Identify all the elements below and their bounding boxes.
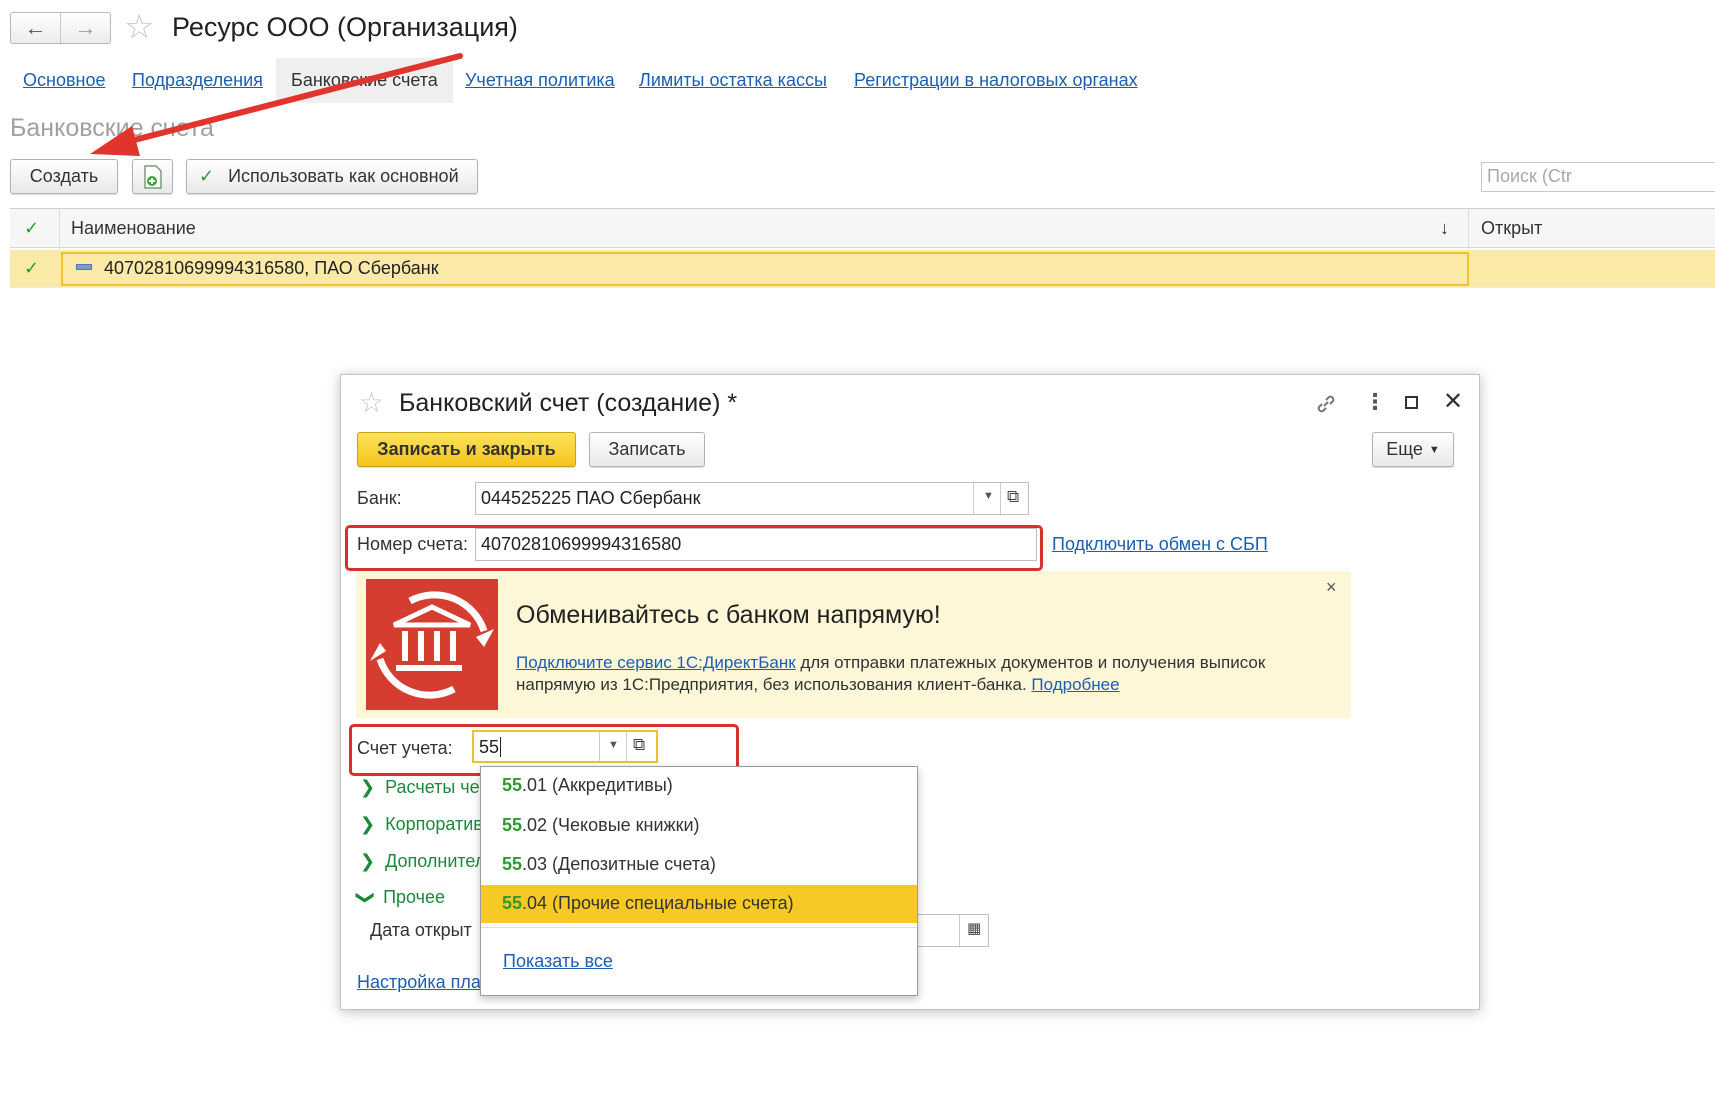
open-date-label: Дата открыт [370,920,472,940]
save-close-button[interactable]: Записать и закрыть [357,432,576,467]
chevron-right-icon: ❯ [360,851,376,871]
field-divider [973,483,974,514]
tab-cash-limits[interactable]: Лимиты остатка кассы [639,70,827,91]
field-divider [1000,483,1001,514]
calendar-icon[interactable]: ▦ [967,919,981,937]
account-number-label: Номер счета: [357,534,469,554]
group-corporate-label: Корпоратив [385,814,483,834]
field-divider [959,915,960,946]
dropdown-arrow-icon[interactable]: ▼ [608,739,619,751]
directbank-banner: Обменивайтесь с банком напрямую! Подключ… [356,571,1351,718]
accounting-account-input[interactable]: 55 ▼ ⧉ [472,730,658,763]
chevron-down-icon: ▼ [1428,443,1440,456]
check-icon: ✓ [24,258,40,278]
connect-sbp-link[interactable]: Подключить обмен с СБП [1052,534,1268,555]
group-payments-label: Расчеты че [385,777,480,797]
banner-text-2: напрямую из 1С:Предприятия, без использо… [516,675,1032,694]
group-payments[interactable]: ❯ Расчеты че [360,777,480,798]
table-row[interactable]: ✓ 40702810699994316580, ПАО Сбербанк [10,250,1715,288]
row-name: 40702810699994316580, ПАО Сбербанк [104,258,439,278]
more-info-link[interactable]: Подробнее [1031,675,1119,694]
chevron-right-icon: ❯ [360,814,376,834]
account-suggestions-dropdown: 55.01 (Аккредитивы) 55.02 (Чековые книжк… [480,766,918,996]
annotation-arrow [90,53,463,156]
field-divider [599,732,600,761]
check-column-icon: ✓ [24,218,40,238]
group-other[interactable]: ❯ Прочее [356,887,446,908]
bank-value: 044525225 ПАО Сбербанк [481,488,701,508]
banner-text-1: для отправки платежных документов и полу… [795,653,1266,672]
open-icon[interactable]: ⧉ [633,735,645,755]
account-icon [76,264,92,270]
link-icon[interactable] [1313,391,1339,417]
chevron-right-icon: ❯ [360,777,376,797]
more-button-label: Еще [1386,439,1423,459]
chevron-down-icon: ❯ [356,889,377,906]
save-button[interactable]: Записать [589,432,705,467]
column-divider [59,209,60,249]
dropdown-item-selected[interactable]: 55.04 (Прочие специальные счета) [481,885,917,923]
close-icon[interactable]: ✕ [1443,387,1463,416]
page-title: Ресурс ООО (Организация) [172,12,518,42]
show-all-link[interactable]: Показать все [503,951,613,972]
dropdown-item[interactable]: 55.02 (Чековые книжки) [481,807,917,845]
list-header: ✓ Наименование ↓ Открыт [10,208,1715,249]
dropdown-item[interactable]: 55.03 (Депозитные счета) [481,846,917,884]
banner-heading: Обменивайтесь с банком напрямую! [516,601,941,629]
text-cursor [500,737,502,757]
favorite-star-icon[interactable]: ☆ [124,10,154,44]
group-other-label: Прочее [383,887,446,907]
field-divider [626,732,627,761]
settings-link[interactable]: Настройка пла [357,972,481,993]
dropdown-item[interactable]: 55.01 (Аккредитивы) [481,767,917,805]
bank-label: Банк: [357,488,402,508]
banner-close-icon[interactable]: × [1326,577,1337,598]
column-divider [1468,209,1469,249]
tab-tax-registrations[interactable]: Регистрации в налоговых органах [854,70,1138,91]
more-options-icon[interactable]: ⋮ [1364,389,1386,415]
forward-button[interactable]: → [60,13,110,43]
account-number-field[interactable]: 40702810699994316580 [475,528,1037,561]
group-additional[interactable]: ❯ Дополнител [360,851,485,872]
more-button[interactable]: Еще ▼ [1372,432,1454,467]
column-opened[interactable]: Открыт [1481,218,1542,239]
bank-exchange-icon [366,579,498,710]
favorite-star-icon[interactable]: ☆ [359,389,384,417]
banner-text: Подключите сервис 1С:ДиректБанк для отпр… [516,652,1265,696]
dialog-title: Банковский счет (создание) * [399,389,738,417]
open-icon[interactable]: ⧉ [1007,487,1019,507]
bank-field[interactable]: 044525225 ПАО Сбербанк ▼ ⧉ [475,482,1029,515]
maximize-icon[interactable] [1405,396,1418,409]
sort-down-icon[interactable]: ↓ [1440,218,1449,239]
tab-accounting-policy[interactable]: Учетная политика [465,70,615,91]
column-name[interactable]: Наименование [71,218,196,239]
dropdown-arrow-icon[interactable]: ▼ [983,490,994,502]
directbank-link[interactable]: Подключите сервис 1С:ДиректБанк [516,653,796,672]
dropdown-divider [481,927,917,928]
accounting-account-label: Счет учета: [357,738,453,758]
group-additional-label: Дополнител [385,851,486,871]
group-corporate[interactable]: ❯ Корпоратив [360,814,483,835]
back-button[interactable]: ← [11,13,60,43]
search-input[interactable]: Поиск (Ctr [1481,162,1715,192]
accounting-account-value: 55 [479,737,500,757]
